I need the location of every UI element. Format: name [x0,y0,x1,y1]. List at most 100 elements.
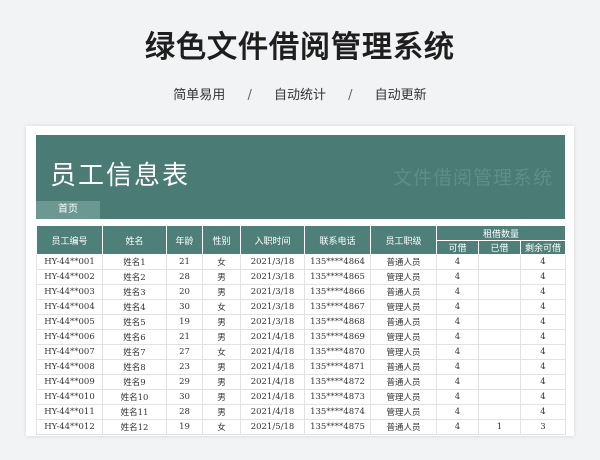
cell-remaining: 4 [519,299,567,315]
cell-can-borrow: 4 [436,284,479,300]
cell-hire-date: 2021/4/18 [240,404,305,420]
cell-age: 28 [166,404,203,420]
feature-auto-update: 自动更新 [374,88,427,103]
cell-id: HY-44**001 [36,254,103,270]
cell-age: 19 [166,419,203,435]
cell-hire-date: 2021/3/18 [240,269,305,285]
cell-borrowed [478,374,521,390]
cell-borrowed [478,389,521,405]
col-header-gender: 性别 [202,225,241,255]
cell-level: 管理人员 [370,344,437,360]
cell-name: 姓名1 [102,254,167,270]
cell-hire-date: 2021/5/18 [240,419,305,435]
cell-level: 管理人员 [370,299,437,315]
separator: / [247,88,252,103]
table-row: HY-44**012 姓名12 19 女 2021/5/18 135****4875 普通人… [36,419,567,435]
cell-gender: 女 [202,254,241,270]
cell-phone: 135****4864 [304,254,371,270]
table-row: HY-44**011 姓名11 28 男 2021/4/18 135****4874 管理人… [36,404,567,420]
cell-phone: 135****4869 [304,329,371,345]
feature-auto-stats: 自动统计 [273,88,326,103]
cell-phone: 135****4865 [304,269,371,285]
cell-can-borrow: 4 [436,269,479,285]
cell-phone: 135****4867 [304,299,371,315]
cell-phone: 135****4866 [304,284,371,300]
col-header-name: 姓名 [102,225,167,255]
cell-id: HY-44**003 [36,284,103,300]
cell-name: 姓名11 [102,404,167,420]
col-header-remaining: 剩余可借 [519,240,567,255]
cell-borrowed [478,329,521,345]
cell-name: 姓名3 [102,284,167,300]
cell-remaining: 4 [519,284,567,300]
cell-hire-date: 2021/4/18 [240,389,305,405]
cell-remaining: 4 [519,389,567,405]
banner-title: 员工信息表 [50,161,191,191]
cell-remaining: 4 [519,314,567,330]
cell-level: 普通人员 [370,314,437,330]
cell-gender: 女 [202,419,241,435]
cell-name: 姓名8 [102,359,167,375]
col-header-can-borrow: 可借 [436,240,479,255]
cell-borrowed [478,254,521,270]
cell-level: 管理人员 [370,269,437,285]
cell-name: 姓名5 [102,314,167,330]
table-row: HY-44**003 姓名3 20 男 2021/3/18 135****4866 普通人员… [36,284,567,300]
home-tab-button[interactable]: 首页 [36,201,100,219]
cell-age: 29 [166,374,203,390]
col-header-borrowed: 已借 [478,240,521,255]
cell-borrowed [478,314,521,330]
cell-gender: 男 [202,359,241,375]
cell-gender: 男 [202,389,241,405]
table-row: HY-44**001 姓名1 21 女 2021/3/18 135****4864 普通人员… [36,254,567,270]
cell-remaining: 4 [519,269,567,285]
cell-borrowed [478,344,521,360]
banner-watermark: 文件借阅管理系统 [392,167,553,189]
employee-table: 员工编号 姓名 年龄 性别 入职时间 联系电话 员工职级 租借数量 可借 已借 … [36,225,567,435]
cell-gender: 男 [202,314,241,330]
col-header-level: 员工职级 [370,225,437,255]
cell-phone: 135****4871 [304,359,371,375]
cell-hire-date: 2021/4/18 [240,329,305,345]
cell-hire-date: 2021/4/18 [240,359,305,375]
cell-gender: 女 [202,299,241,315]
cell-phone: 135****4868 [304,314,371,330]
cell-can-borrow: 4 [436,314,479,330]
cell-remaining: 4 [519,374,567,390]
feature-easy: 简单易用 [173,88,226,103]
spreadsheet-preview: 员工信息表 文件借阅管理系统 首页 员工编号 姓名 年龄 性别 入职时间 联系电… [26,126,574,436]
cell-name: 姓名10 [102,389,167,405]
col-header-phone: 联系电话 [304,225,371,255]
cell-remaining: 4 [519,404,567,420]
cell-level: 管理人员 [370,329,437,345]
cell-hire-date: 2021/3/18 [240,314,305,330]
feature-list: 简单易用 / 自动统计 / 自动更新 [0,84,600,103]
cell-hire-date: 2021/4/18 [240,374,305,390]
cell-borrowed [478,284,521,300]
table-body: HY-44**001 姓名1 21 女 2021/3/18 135****4864 普通人员… [36,254,567,435]
cell-gender: 男 [202,284,241,300]
cell-remaining: 4 [519,254,567,270]
cell-remaining: 4 [519,329,567,345]
cell-name: 姓名7 [102,344,167,360]
cell-remaining: 4 [519,344,567,360]
cell-remaining: 3 [519,419,567,435]
table-row: HY-44**006 姓名6 21 男 2021/4/18 135****4869 管理人员… [36,329,567,345]
cell-can-borrow: 4 [436,254,479,270]
cell-phone: 135****4870 [304,344,371,360]
cell-phone: 135****4875 [304,419,371,435]
table-row: HY-44**007 姓名7 27 女 2021/4/18 135****4870 管理人员… [36,344,567,360]
cell-hire-date: 2021/4/18 [240,344,305,360]
cell-borrowed [478,359,521,375]
col-header-hire-date: 入职时间 [240,225,305,255]
table-row: HY-44**009 姓名9 29 男 2021/4/18 135****4872 普通人员… [36,374,567,390]
cell-can-borrow: 4 [436,299,479,315]
cell-level: 普通人员 [370,374,437,390]
col-header-borrow-group: 租借数量 [435,225,567,241]
cell-can-borrow: 4 [436,404,479,420]
cell-age: 28 [166,269,203,285]
cell-id: HY-44**012 [36,419,103,435]
cell-id: HY-44**006 [36,329,103,345]
page-title: 绿色文件借阅管理系统 [145,30,455,65]
cell-hire-date: 2021/3/18 [240,254,305,270]
